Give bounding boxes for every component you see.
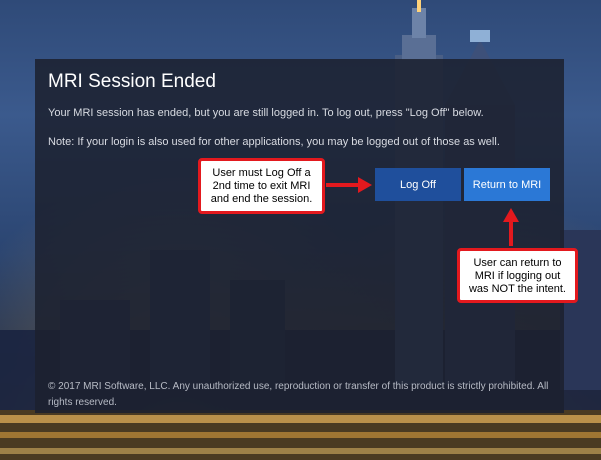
return-to-mri-button[interactable]: Return to MRI: [464, 168, 550, 201]
return-callout-text: User can return to MRI if logging out wa…: [468, 257, 566, 295]
session-message: Your MRI session has ended, but you are …: [48, 107, 484, 119]
return-callout: User can return to MRI if logging out wa…: [457, 248, 578, 303]
copyright-footer: © 2017 MRI Software, LLC. Any unauthoriz…: [48, 381, 549, 408]
log-off-callout-text: User must Log Off a 2nd time to exit MRI…: [210, 167, 313, 205]
log-off-button[interactable]: Log Off: [375, 168, 461, 201]
session-ended-panel: MRI Session Ended Your MRI session has e…: [35, 59, 564, 413]
log-off-callout: User must Log Off a 2nd time to exit MRI…: [198, 158, 325, 214]
page-title: MRI Session Ended: [48, 71, 216, 92]
logout-note: Note: If your login is also used for oth…: [48, 136, 500, 148]
